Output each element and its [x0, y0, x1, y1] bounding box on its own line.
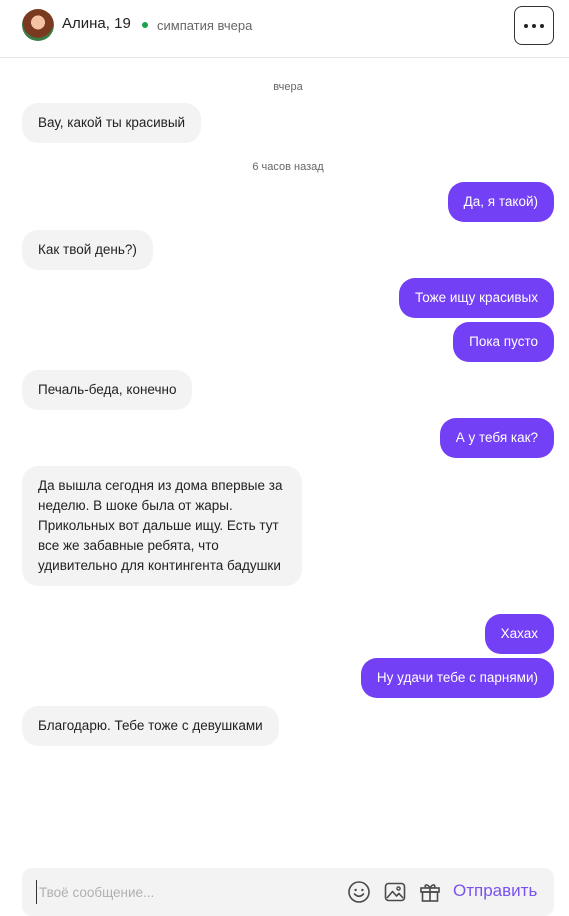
online-status-dot	[142, 22, 148, 28]
outgoing-message: Да, я такой)	[447, 182, 554, 222]
incoming-message: Вау, какой ты красивый	[22, 103, 202, 143]
avatar[interactable]	[22, 9, 54, 41]
date-separator: вчера	[273, 81, 303, 93]
message-input[interactable]	[36, 880, 336, 904]
outgoing-message: Хахах	[484, 614, 554, 654]
outgoing-message: Пока пусто	[453, 322, 554, 362]
more-horizontal-icon-dot	[532, 23, 536, 28]
more-horizontal-icon	[524, 23, 528, 28]
chat-screen: Алина, 19 симпатия вчера вчера Вау, како…	[0, 0, 569, 916]
match-status: симпатия вчера	[157, 18, 253, 33]
emoji-icon[interactable]	[347, 880, 371, 904]
chat-header: Алина, 19 симпатия вчера	[0, 0, 569, 58]
message-composer: Отправить	[22, 868, 554, 916]
contact-name[interactable]: Алина, 19	[62, 15, 131, 32]
outgoing-message: Тоже ищу красивых	[399, 278, 554, 318]
incoming-message: Печаль-беда, конечно	[22, 370, 193, 410]
incoming-message: Благодарю. Тебе тоже с девушками	[22, 706, 279, 746]
send-button[interactable]: Отправить	[453, 881, 537, 901]
outgoing-message: А у тебя как?	[439, 418, 554, 458]
gift-icon[interactable]	[418, 880, 442, 904]
image-icon[interactable]	[383, 880, 407, 904]
incoming-message: Да вышла сегодня из дома впервые за неде…	[22, 466, 302, 586]
outgoing-message: Ну удачи тебе с парнями)	[360, 658, 554, 698]
more-horizontal-icon-dot	[540, 23, 544, 28]
date-separator: 6 часов назад	[252, 161, 324, 173]
more-options-button[interactable]	[514, 6, 554, 45]
incoming-message: Как твой день?)	[22, 230, 153, 270]
